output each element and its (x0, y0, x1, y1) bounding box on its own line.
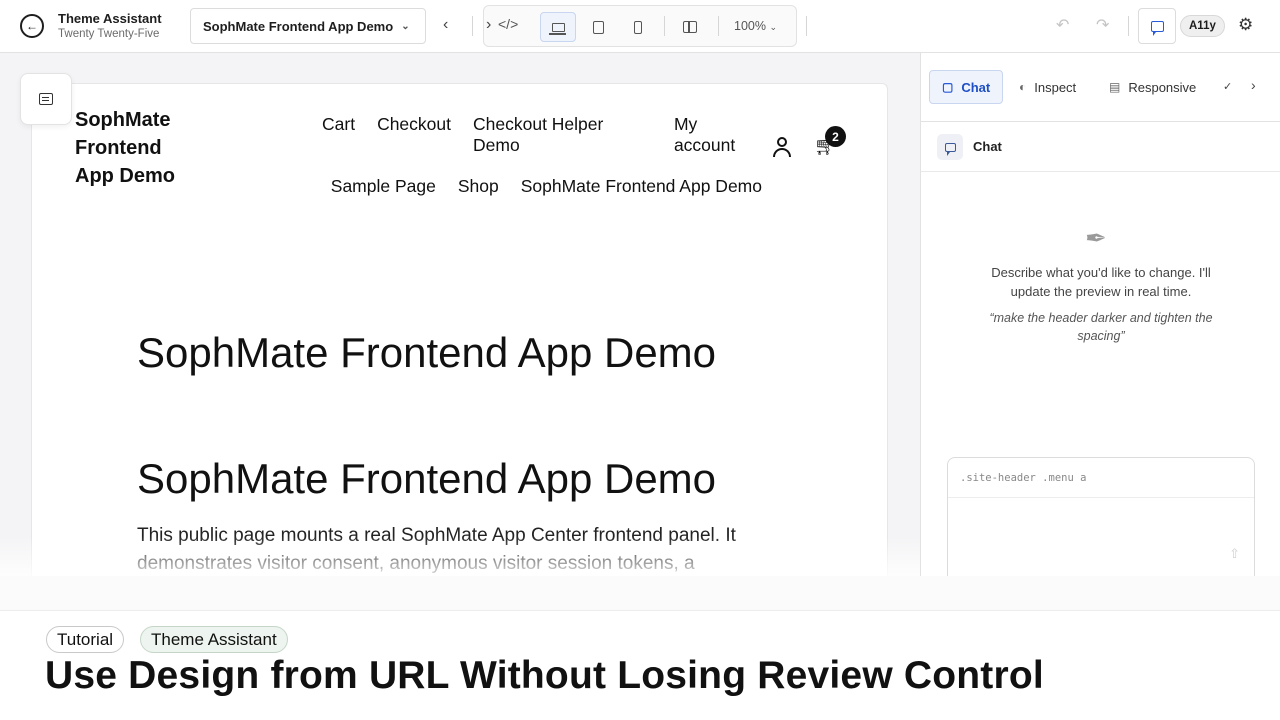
empty-state-example: “make the header darker and tighten the … (989, 311, 1213, 343)
preview-canvas: SophMate Frontend App Demo Cart Checkout… (0, 53, 920, 576)
list-icon (39, 93, 53, 105)
preview-frame: SophMate Frontend App Demo Cart Checkout… (31, 83, 888, 576)
nav-link-checkout[interactable]: Checkout (377, 114, 451, 156)
device-switcher: › </> 100% ⌄ (483, 5, 797, 47)
account-icon-head (777, 137, 787, 147)
site-navigation: Cart Checkout Checkout Helper Demo My ac… (322, 114, 762, 197)
previous-page-icon[interactable]: ‹ (443, 16, 448, 34)
split-view-button[interactable] (672, 12, 708, 42)
theme-assistant-app: ← Theme Assistant Twenty Twenty-Five Sop… (0, 0, 1280, 576)
theme-name: Twenty Twenty-Five (58, 28, 160, 40)
caption-divider (0, 576, 1280, 611)
nav-link-shop[interactable]: Shop (458, 176, 499, 197)
nav-link-cart[interactable]: Cart (322, 114, 355, 156)
tablet-icon (592, 20, 604, 34)
send-icon[interactable]: ⇧ (1229, 546, 1240, 562)
tab-inspect[interactable]: ◐ Inspect (1007, 70, 1088, 104)
nav-link-sophmate-demo[interactable]: SophMate Frontend App Demo (521, 176, 762, 197)
laptop-icon (548, 22, 566, 35)
nav-link-checkout-helper-demo[interactable]: Checkout Helper Demo (473, 114, 652, 156)
chat-bubble-icon (1150, 20, 1164, 36)
cart-count-badge: 2 (825, 126, 846, 147)
divider (718, 16, 719, 36)
undo-icon[interactable]: ↶ (1056, 15, 1069, 35)
pen-tool-icon: ✒︎ (1085, 223, 1107, 253)
article-title: Use Design from URL Without Losing Revie… (45, 654, 1044, 697)
tab-responsive-label: Responsive (1128, 79, 1197, 95)
divider (664, 16, 665, 36)
selector-context: .site-header .menu a (948, 458, 1254, 498)
chevron-down-icon: ⌄ (769, 22, 778, 32)
brand: Theme Assistant Twenty Twenty-Five (58, 11, 162, 40)
gear-icon[interactable]: ⚙ (1238, 15, 1253, 35)
chat-header-icon (937, 134, 963, 160)
chat-bubble-icon (944, 142, 956, 156)
layout-icon: ▤ (1109, 80, 1121, 94)
next-page-icon[interactable]: › (486, 16, 491, 34)
page-title: SophMate Frontend App Demo (137, 329, 717, 376)
back-button[interactable]: ← (20, 14, 44, 38)
account-icon[interactable] (772, 136, 792, 158)
nav-link-my-account[interactable]: My account (674, 114, 762, 156)
top-toolbar: ← Theme Assistant Twenty Twenty-Five Sop… (0, 0, 1280, 53)
intro-paragraph: This public page mounts a real SophMate … (137, 525, 736, 574)
page-select-value: SophMate Frontend App Demo (203, 18, 394, 34)
chat-header-title: Chat (973, 139, 1002, 154)
panel-tabs: ▢ Chat ◐ Inspect ▤ Responsive ✓ › (921, 53, 1280, 122)
nav-row-1: Cart Checkout Checkout Helper Demo My ac… (322, 114, 762, 156)
tablet-view-button[interactable] (580, 12, 616, 42)
arrow-left-icon: ← (26, 19, 38, 33)
empty-state-message: Describe what you'd like to change. I'll… (991, 265, 1211, 299)
page-select[interactable]: SophMate Frontend App Demo ⌄ (190, 8, 426, 44)
tag-tutorial: Tutorial (46, 626, 125, 653)
split-view-icon (683, 21, 697, 33)
desktop-view-button[interactable] (540, 12, 576, 42)
tag-theme-assistant: Theme Assistant (140, 626, 288, 653)
zoom-value: 100% (734, 19, 766, 33)
app-title: Theme Assistant (58, 11, 162, 26)
contrast-icon: ◐ (1019, 80, 1027, 94)
tab-inspect-label: Inspect (1034, 79, 1077, 95)
mobile-view-button[interactable] (620, 12, 656, 42)
zoom-select[interactable]: 100% ⌄ (734, 19, 777, 33)
chat-toggle-button[interactable] (1138, 8, 1176, 44)
chevron-right-icon[interactable]: › (1251, 77, 1256, 93)
assistant-panel: ▢ Chat ◐ Inspect ▤ Responsive ✓ › Chat ✒… (920, 53, 1280, 576)
divider (472, 16, 473, 36)
divider (1128, 16, 1129, 36)
chevron-down-icon: ⌄ (401, 20, 410, 32)
code-icon[interactable]: </> (498, 16, 518, 32)
tab-chat[interactable]: ▢ Chat (929, 70, 1004, 104)
tab-responsive[interactable]: ▤ Responsive (1097, 70, 1208, 104)
content-heading: SophMate Frontend App Demo (137, 455, 717, 502)
redo-icon[interactable]: ↷ (1096, 15, 1109, 35)
chat-header: Chat (921, 122, 1280, 172)
check-icon[interactable]: ✓ (1223, 80, 1232, 93)
chat-input-box[interactable]: .site-header .menu a ⇧ (947, 457, 1255, 576)
divider (806, 16, 807, 36)
account-icon-body (773, 148, 791, 157)
a11y-button[interactable]: A11y (1180, 15, 1225, 37)
list-view-button[interactable] (20, 73, 72, 125)
nav-link-sample-page[interactable]: Sample Page (331, 176, 436, 197)
chat-bubble-icon: ▢ (942, 80, 954, 94)
phone-icon (634, 20, 642, 34)
nav-row-2: Sample Page Shop SophMate Frontend App D… (322, 176, 762, 197)
tab-chat-label: Chat (961, 79, 991, 95)
site-title[interactable]: SophMate Frontend App Demo (75, 106, 195, 190)
